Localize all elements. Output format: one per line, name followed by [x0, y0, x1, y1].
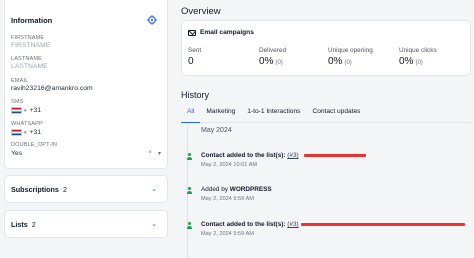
sms-prefix: +31: [29, 107, 42, 114]
subscriptions-panel[interactable]: Subscriptions 2 ⌄: [4, 175, 168, 203]
country-dropdown-icon[interactable]: ▾: [24, 130, 27, 136]
sms-field[interactable]: SMS ▾ +31: [11, 99, 161, 114]
tab-all[interactable]: All: [181, 105, 201, 123]
list-link[interactable]: (#3): [287, 221, 298, 228]
event-date: May 2, 2024 9:59 AM: [201, 231, 254, 237]
history-title: History: [181, 90, 210, 100]
event-text: Contact added to the list(s): (#3): [201, 221, 299, 228]
subscriptions-label: Subscriptions: [11, 185, 59, 194]
chevron-down-icon[interactable]: ⌄: [151, 220, 157, 228]
event-text: Added by WORDPRESS: [201, 186, 272, 193]
user-icon: [186, 153, 192, 160]
redaction-mark: [301, 223, 465, 226]
stat-value: 0% (0): [399, 56, 423, 67]
email-field[interactable]: EMAIL ravih23216@amankro.com: [11, 78, 161, 92]
tab-contact-updates[interactable]: Contact updates: [306, 105, 366, 123]
user-icon: [186, 187, 192, 194]
whatsapp-input[interactable]: ▾ +31: [11, 129, 161, 136]
subscriptions-title: Subscriptions 2: [11, 185, 67, 194]
stat-label: Unique clicks: [399, 47, 437, 54]
settings-icon[interactable]: [147, 15, 157, 25]
firstname-value[interactable]: FIRSTNAME: [11, 42, 161, 49]
sms-input[interactable]: ▾ +31: [11, 107, 161, 114]
subscriptions-count: 2: [62, 185, 67, 194]
stat-unique-opening: Unique opening 0% (0): [328, 47, 373, 67]
email-label: EMAIL: [11, 78, 29, 84]
event-date: May 2, 2024 10:01 AM: [201, 162, 257, 168]
firstname-field[interactable]: FIRSTNAME FIRSTNAME: [11, 35, 161, 49]
stat-delivered: Delivered 0% (0): [259, 47, 286, 67]
stat-value: 0% (0): [259, 56, 283, 67]
stat-label: Unique opening: [328, 47, 373, 54]
clear-icon[interactable]: ×: [148, 150, 152, 157]
chevron-down-icon[interactable]: ▾: [158, 150, 161, 157]
double-optin-value: Yes: [11, 150, 23, 157]
whatsapp-prefix: +31: [29, 129, 42, 136]
overview-title: Overview: [181, 6, 221, 17]
country-dropdown-icon[interactable]: ▾: [24, 108, 27, 114]
event-text: Contact added to the list(s): (#3): [201, 152, 299, 159]
whatsapp-field[interactable]: WHATSAPP ▾ +31: [11, 121, 161, 136]
lastname-label: LASTNAME: [11, 56, 42, 62]
event-actor: WORDPRESS: [229, 186, 272, 193]
lists-panel[interactable]: Lists 2 ⌄: [4, 210, 168, 238]
stat-value: 0: [188, 56, 194, 67]
lists-title: Lists 2: [11, 220, 36, 229]
stat-label: Delivered: [259, 47, 286, 54]
double-optin-select[interactable]: Yes × ▾: [11, 149, 161, 158]
netherlands-flag-icon[interactable]: [11, 107, 22, 114]
lists-label: Lists: [11, 220, 28, 229]
double-optin-field[interactable]: DOUBLE_OPT-IN Yes × ▾: [11, 142, 161, 157]
firstname-label: FIRSTNAME: [11, 35, 45, 41]
history-tabs: All Marketing 1-to-1 Interactions Contac…: [181, 105, 471, 123]
tab-marketing[interactable]: Marketing: [200, 105, 241, 123]
mail-icon: [188, 29, 196, 36]
redaction-mark: [304, 154, 366, 157]
information-card: Information FIRSTNAME FIRSTNAME LASTNAME…: [4, 0, 168, 169]
lastname-field[interactable]: LASTNAME LASTNAME: [11, 56, 161, 70]
list-link[interactable]: (#3): [287, 152, 298, 159]
double-optin-label: DOUBLE_OPT-IN: [11, 142, 58, 148]
contact-page: Information FIRSTNAME FIRSTNAME LASTNAME…: [0, 0, 474, 258]
netherlands-flag-icon[interactable]: [11, 129, 22, 136]
email-value[interactable]: ravih23216@amankro.com: [11, 85, 161, 92]
email-campaigns-label: Email campaigns: [200, 29, 254, 36]
stat-value: 0% (0): [328, 56, 352, 67]
email-campaigns-card: Email campaigns Sent 0 Delivered 0% (0) U…: [181, 20, 471, 76]
chevron-down-icon[interactable]: ⌄: [151, 185, 157, 193]
stat-sent: Sent 0: [188, 47, 201, 67]
whatsapp-label: WHATSAPP: [11, 121, 43, 127]
lists-count: 2: [31, 220, 36, 229]
sms-label: SMS: [11, 99, 24, 105]
stat-label: Sent: [188, 47, 202, 54]
user-icon: [186, 222, 192, 229]
event-date: May 2, 2024 9:59 AM: [201, 196, 254, 202]
email-campaigns-header: Email campaigns: [188, 29, 254, 36]
tab-1-to-1-interactions[interactable]: 1-to-1 Interactions: [241, 105, 306, 123]
stat-unique-clicks: Unique clicks 0% (0): [399, 47, 437, 67]
information-title: Information: [11, 16, 53, 25]
lastname-value[interactable]: LASTNAME: [11, 63, 161, 70]
timeline-month: May 2024: [201, 127, 232, 134]
